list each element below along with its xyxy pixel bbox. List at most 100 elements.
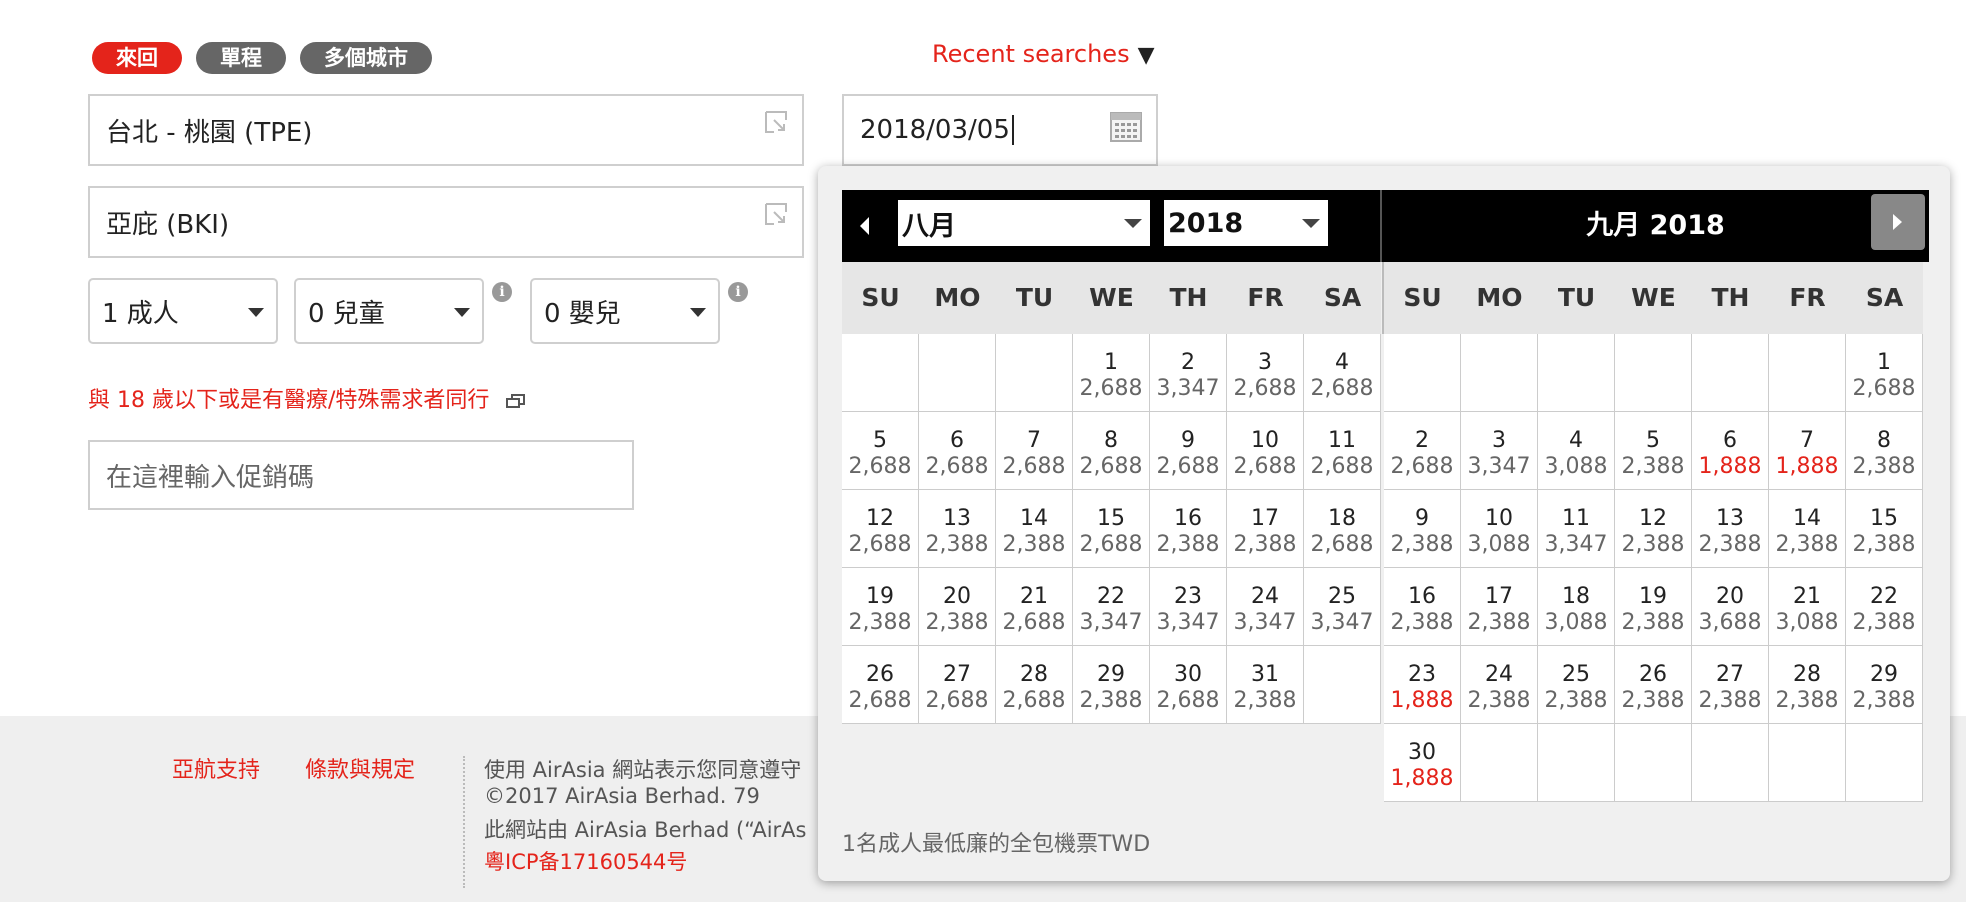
calendar-month-september: SU MO TU WE TH FR SA 1 2,688 2 2,688 3 3,347 4… — [1384, 262, 1923, 802]
day-cell[interactable]: 28 2,388 — [1769, 646, 1846, 724]
day-cell[interactable]: 17 2,388 — [1227, 490, 1304, 568]
footer-icp-link[interactable]: 粵ICP备17160544号 — [484, 846, 687, 876]
chevron-down-icon — [1302, 219, 1320, 228]
fare: 2,388 — [1852, 688, 1916, 713]
fare: 2,688 — [1310, 454, 1374, 479]
day-cell[interactable]: 4 3,088 — [1538, 412, 1615, 490]
day-cell[interactable]: 11 2,688 — [1304, 412, 1381, 490]
day-cell[interactable]: 9 2,388 — [1384, 490, 1461, 568]
day-cell[interactable]: 26 2,688 — [842, 646, 919, 724]
day-cell[interactable]: 21 3,088 — [1769, 568, 1846, 646]
day-cell[interactable]: 21 2,688 — [996, 568, 1073, 646]
day-cell[interactable]: 29 2,388 — [1846, 646, 1923, 724]
infants-info-icon[interactable]: i — [728, 282, 748, 302]
day-cell[interactable]: 5 2,388 — [1615, 412, 1692, 490]
day-cell[interactable]: 6 1,888 — [1692, 412, 1769, 490]
day-cell[interactable]: 1 2,688 — [1073, 334, 1150, 412]
day-cell[interactable]: 13 2,388 — [1692, 490, 1769, 568]
day-cell[interactable]: 19 2,388 — [842, 568, 919, 646]
day-cell[interactable]: 8 2,388 — [1846, 412, 1923, 490]
day-cell[interactable]: 12 2,388 — [1615, 490, 1692, 568]
infants-select[interactable]: 0 嬰兒 — [530, 278, 720, 344]
fare: 2,388 — [1156, 532, 1220, 557]
departure-date-input[interactable]: 2018/03/05 — [842, 94, 1158, 166]
day-cell[interactable]: 15 2,388 — [1846, 490, 1923, 568]
fare: 2,388 — [1390, 610, 1454, 635]
month-select[interactable]: 八月 — [898, 200, 1150, 246]
day-cell[interactable]: 27 2,388 — [1692, 646, 1769, 724]
day-number: 6 — [1723, 428, 1737, 453]
day-cell[interactable]: 20 3,688 — [1692, 568, 1769, 646]
day-cell[interactable]: 24 3,347 — [1227, 568, 1304, 646]
promo-code-input[interactable]: 在這裡輸入促銷碼 — [88, 440, 634, 510]
day-cell[interactable]: 17 2,388 — [1461, 568, 1538, 646]
trip-type-oneway[interactable]: 單程 — [196, 42, 286, 74]
children-select[interactable]: 0 兒童 — [294, 278, 484, 344]
calendar-icon[interactable] — [1110, 112, 1142, 142]
day-cell[interactable]: 2 2,688 — [1384, 412, 1461, 490]
day-cell[interactable]: 28 2,688 — [996, 646, 1073, 724]
day-cell[interactable]: 6 2,688 — [919, 412, 996, 490]
day-cell[interactable]: 20 2,388 — [919, 568, 996, 646]
day-cell[interactable]: 24 2,388 — [1461, 646, 1538, 724]
day-cell[interactable]: 16 2,388 — [1150, 490, 1227, 568]
day-cell[interactable]: 12 2,688 — [842, 490, 919, 568]
fare: 2,688 — [925, 688, 989, 713]
day-cell[interactable]: 30 1,888 — [1384, 724, 1461, 802]
day-cell[interactable]: 2 3,347 — [1150, 334, 1227, 412]
year-select[interactable]: 2018 — [1164, 200, 1328, 246]
day-cell[interactable]: 9 2,688 — [1150, 412, 1227, 490]
trip-type-return[interactable]: 來回 — [92, 42, 182, 74]
day-cell[interactable]: 26 2,388 — [1615, 646, 1692, 724]
day-cell[interactable]: 27 2,688 — [919, 646, 996, 724]
day-cell[interactable]: 1 2,688 — [1846, 334, 1923, 412]
day-cell[interactable]: 7 1,888 — [1769, 412, 1846, 490]
empty-day-cell — [1615, 334, 1692, 412]
recent-searches-toggle[interactable]: Recent searches ▼ — [932, 40, 1155, 68]
day-cell[interactable]: 5 2,688 — [842, 412, 919, 490]
day-cell[interactable]: 14 2,388 — [1769, 490, 1846, 568]
previous-month-icon[interactable] — [860, 217, 869, 235]
day-cell[interactable]: 14 2,388 — [996, 490, 1073, 568]
fare: 2,388 — [1544, 688, 1608, 713]
day-cell[interactable]: 22 3,347 — [1073, 568, 1150, 646]
day-cell[interactable]: 18 3,088 — [1538, 568, 1615, 646]
day-cell[interactable]: 22 2,388 — [1846, 568, 1923, 646]
day-number: 28 — [1793, 662, 1821, 687]
origin-field[interactable]: 台北 - 桃園 (TPE) — [88, 94, 804, 166]
children-info-icon[interactable]: i — [492, 282, 512, 302]
day-cell[interactable]: 30 2,688 — [1150, 646, 1227, 724]
day-cell[interactable]: 23 1,888 — [1384, 646, 1461, 724]
day-cell[interactable]: 19 2,388 — [1615, 568, 1692, 646]
footer-link-terms[interactable]: 條款與規定 — [305, 752, 415, 784]
day-cell[interactable]: 25 3,347 — [1304, 568, 1381, 646]
day-cell[interactable]: 10 2,688 — [1227, 412, 1304, 490]
next-month-button[interactable] — [1871, 194, 1925, 250]
day-cell[interactable]: 29 2,388 — [1073, 646, 1150, 724]
special-needs-link[interactable]: 與 18 歲以下或是有醫療/特殊需求者同行 — [88, 382, 526, 414]
day-cell[interactable]: 25 2,388 — [1538, 646, 1615, 724]
destination-field[interactable]: 亞庇 (BKI) — [88, 186, 804, 258]
day-cell[interactable]: 23 3,347 — [1150, 568, 1227, 646]
day-cell[interactable]: 18 2,688 — [1304, 490, 1381, 568]
day-cell[interactable]: 10 3,088 — [1461, 490, 1538, 568]
day-cell[interactable]: 4 2,688 — [1304, 334, 1381, 412]
day-cell[interactable]: 3 3,347 — [1461, 412, 1538, 490]
weekday-label: MO — [934, 283, 981, 312]
day-cell[interactable]: 3 2,688 — [1227, 334, 1304, 412]
adults-select[interactable]: 1 成人 — [88, 278, 278, 344]
weekday-label: SA — [1323, 283, 1362, 312]
day-cell[interactable]: 13 2,388 — [919, 490, 996, 568]
day-cell[interactable]: 31 2,388 — [1227, 646, 1304, 724]
fare: 2,688 — [1390, 454, 1454, 479]
day-cell[interactable]: 7 2,688 — [996, 412, 1073, 490]
day-cell[interactable]: 16 2,388 — [1384, 568, 1461, 646]
day-cell[interactable]: 15 2,688 — [1073, 490, 1150, 568]
footer-link-support[interactable]: 亞航支持 — [172, 752, 260, 784]
fare: 2,388 — [1621, 532, 1685, 557]
trip-type-multicity[interactable]: 多個城市 — [300, 42, 432, 74]
day-cell[interactable]: 11 3,347 — [1538, 490, 1615, 568]
fare: 2,388 — [1698, 532, 1762, 557]
empty-day-cell — [842, 334, 919, 412]
day-cell[interactable]: 8 2,688 — [1073, 412, 1150, 490]
